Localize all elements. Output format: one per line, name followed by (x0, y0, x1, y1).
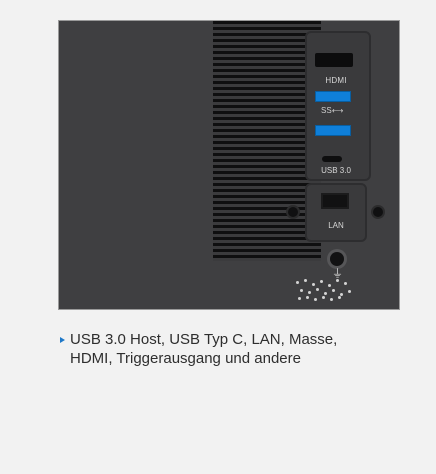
perforation-hole (328, 284, 331, 287)
perforation-hole (348, 290, 351, 293)
feature-description: USB 3.0 Host, USB Typ C, LAN, Masse, HDM… (70, 331, 338, 367)
perforation-hole (324, 292, 327, 295)
mounting-screw-left (288, 207, 298, 217)
perforation-hole (304, 279, 307, 282)
perforation-hole (338, 296, 341, 299)
perforation-hole (336, 279, 339, 282)
perforation-pattern (292, 277, 352, 301)
perforation-hole (308, 291, 311, 294)
bullet-arrow-icon (60, 337, 65, 343)
hdmi-port (315, 53, 353, 67)
perforation-hole (312, 283, 315, 286)
perforation-hole (306, 296, 309, 299)
hdmi-label: HDMI (325, 76, 347, 85)
perforation-hole (316, 288, 319, 291)
perforation-hole (314, 298, 317, 301)
usb-a-port-top (315, 91, 351, 102)
perforation-hole (300, 289, 303, 292)
lan-label: LAN (328, 221, 344, 230)
lan-port (321, 193, 349, 209)
perforation-hole (322, 296, 325, 299)
perforation-hole (298, 297, 301, 300)
feature-card: HDMI SS⟷ USB 3.0 LAN ⏚ USB 3.0 Host, USB… (16, 0, 420, 474)
io-port-panel: HDMI SS⟷ USB 3.0 (305, 31, 371, 181)
usb-3-label: USB 3.0 (321, 166, 351, 175)
mounting-screw-right (373, 207, 383, 217)
feature-bullet-text: USB 3.0 Host, USB Typ C, LAN, Masse, HDM… (60, 330, 360, 368)
perforation-hole (344, 282, 347, 285)
perforation-hole (330, 298, 333, 301)
usb-superspeed-mark: SS⟷ (321, 106, 344, 115)
usb-a-port-bottom (315, 125, 351, 136)
device-rear-panel-image: HDMI SS⟷ USB 3.0 LAN ⏚ (58, 20, 400, 310)
usb-c-port (322, 156, 342, 162)
lan-port-panel: LAN (305, 183, 367, 242)
trigger-output-jack (330, 252, 344, 266)
perforation-hole (296, 281, 299, 284)
perforation-hole (332, 289, 335, 292)
perforation-hole (320, 280, 323, 283)
